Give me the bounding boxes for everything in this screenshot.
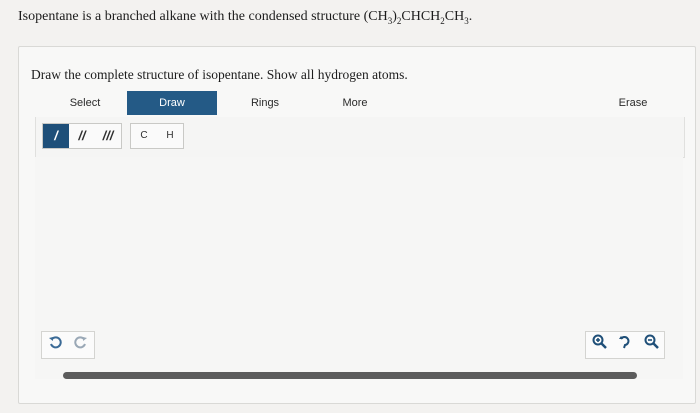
question-prefix: Isopentane is a branched alkane with the… [18,9,388,24]
bond-tools: / // /// [42,123,122,149]
tab-rings[interactable]: Rings [225,91,305,115]
question-part: . [468,9,473,24]
triple-bond-button[interactable]: /// [95,124,121,148]
atom-tools: C H [130,123,184,149]
zoom-in-icon[interactable] [586,332,612,358]
question-part: CHCH [401,9,441,24]
tab-draw[interactable]: Draw [127,91,217,115]
zoom-out-icon[interactable] [638,332,664,358]
horizontal-scrollbar[interactable] [63,372,637,379]
drawing-panel: Draw the complete structure of isopentan… [18,46,696,404]
redo-icon[interactable] [68,332,94,358]
prompt-text: Draw the complete structure of isopentan… [31,67,408,82]
undo-icon[interactable] [42,332,68,358]
history-controls [41,331,95,359]
carbon-atom-button[interactable]: C [131,124,157,148]
tab-erase[interactable]: Erase [605,91,661,115]
question-text: Isopentane is a branched alkane with the… [18,9,472,26]
zoom-controls [585,331,665,359]
single-bond-button[interactable]: / [43,124,69,148]
tool-options: / // /// C H [35,117,685,158]
hydrogen-atom-button[interactable]: H [157,124,183,148]
tab-more[interactable]: More [315,91,395,115]
double-bond-button[interactable]: // [69,124,95,148]
reset-zoom-icon[interactable] [612,332,638,358]
question-part: CH [444,9,465,24]
tab-select[interactable]: Select [45,91,125,115]
tool-tabs: Select Draw Rings More Erase [35,91,683,115]
